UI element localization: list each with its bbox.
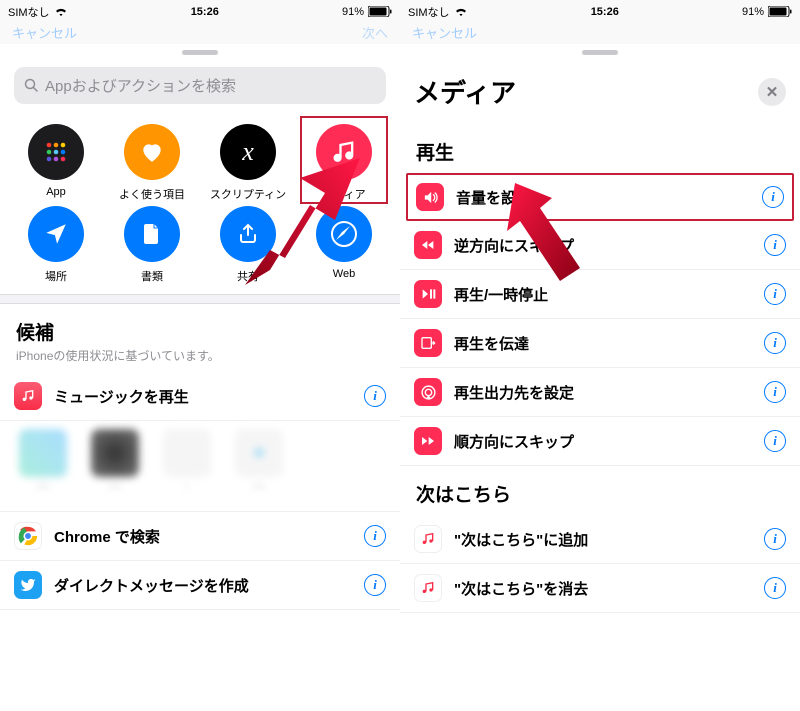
category-media[interactable]: メディア [296,124,392,202]
info-icon[interactable]: i [764,234,786,256]
suggestion-thumbnails: ---- ---- - +---- [0,421,400,511]
suggestions-header: 候補 [0,304,400,347]
info-icon[interactable]: i [764,430,786,452]
sim-status: SIMなし [8,4,50,20]
page-title: メディア [414,73,516,110]
sheet-grabber[interactable] [582,50,618,55]
info-icon[interactable]: i [364,525,386,547]
left-panel: SIMなし 15:26 91% キャンセル 次へ Appおよびアクションを検索 … [0,0,400,711]
suggestion-twitter-dm[interactable]: ダイレクトメッセージを作成 i [0,561,400,610]
play-pause-icon [414,280,442,308]
category-location[interactable]: 場所 [8,206,104,284]
action-set-volume[interactable]: 音量を設定 i [406,173,794,221]
action-skip-forward[interactable]: 順方向にスキップ i [400,417,800,466]
music-icon [14,382,42,410]
action-skip-back[interactable]: 逆方向にスキップ i [400,221,800,270]
close-button[interactable]: ✕ [758,78,786,106]
wifi-icon [454,7,468,17]
status-bar: SIMなし 15:26 91% [0,0,400,20]
info-icon[interactable]: i [364,385,386,407]
info-icon[interactable]: i [764,528,786,550]
music-icon [414,525,442,553]
category-grid: App よく使う項目 x スクリプティン メディア 場所 書類 共有 [0,116,400,294]
category-web[interactable]: Web [296,206,392,284]
handoff-icon [414,329,442,357]
close-icon: ✕ [766,83,779,101]
category-favorites[interactable]: よく使う項目 [104,124,200,202]
chrome-icon [14,522,42,550]
sim-status: SIMなし [408,4,450,20]
nav-bar: キャンセル 次へ [0,20,400,44]
action-add-upnext[interactable]: "次はこちら"に追加 i [400,515,800,564]
battery-percent: 91% [342,6,364,18]
section-playback: 再生 [400,124,800,173]
twitter-icon [14,571,42,599]
skip-forward-icon [414,427,442,455]
next-button[interactable]: 次へ [362,23,388,42]
cancel-button[interactable]: キャンセル [12,23,77,42]
category-scripting[interactable]: x スクリプティン [200,124,296,202]
info-icon[interactable]: i [762,186,784,208]
info-icon[interactable]: i [764,577,786,599]
search-placeholder: Appおよびアクションを検索 [45,75,236,96]
info-icon[interactable]: i [764,381,786,403]
wifi-icon [54,7,68,17]
sheet-grabber[interactable] [182,50,218,55]
airplay-icon [414,378,442,406]
action-handoff[interactable]: 再生を伝達 i [400,319,800,368]
time: 15:26 [191,6,219,18]
nav-bar: キャンセル [400,20,800,44]
info-icon[interactable]: i [764,283,786,305]
suggestion-play-music[interactable]: ミュージックを再生 i [0,372,400,421]
battery-icon [368,6,392,17]
battery-percent: 91% [742,6,764,18]
section-upnext: 次はこちら [400,466,800,515]
battery-icon [768,6,792,17]
suggestions-subtitle: iPhoneの使用状況に基づいています。 [0,347,400,372]
suggestion-chrome-search[interactable]: Chrome で検索 i [0,512,400,561]
volume-icon [416,183,444,211]
skip-back-icon [414,231,442,259]
category-documents[interactable]: 書類 [104,206,200,284]
right-panel: SIMなし 15:26 91% キャンセル メディア ✕ 再生 音量を設定 i … [400,0,800,711]
cancel-button[interactable]: キャンセル [412,23,477,42]
search-input[interactable]: Appおよびアクションを検索 [14,67,386,104]
category-sharing[interactable]: 共有 [200,206,296,284]
info-icon[interactable]: i [764,332,786,354]
music-icon [414,574,442,602]
action-set-output[interactable]: 再生出力先を設定 i [400,368,800,417]
action-clear-upnext[interactable]: "次はこちら"を消去 i [400,564,800,613]
search-icon [24,78,39,93]
info-icon[interactable]: i [364,574,386,596]
time: 15:26 [591,6,619,18]
category-app[interactable]: App [8,124,104,202]
status-bar: SIMなし 15:26 91% [400,0,800,20]
action-play-pause[interactable]: 再生/一時停止 i [400,270,800,319]
